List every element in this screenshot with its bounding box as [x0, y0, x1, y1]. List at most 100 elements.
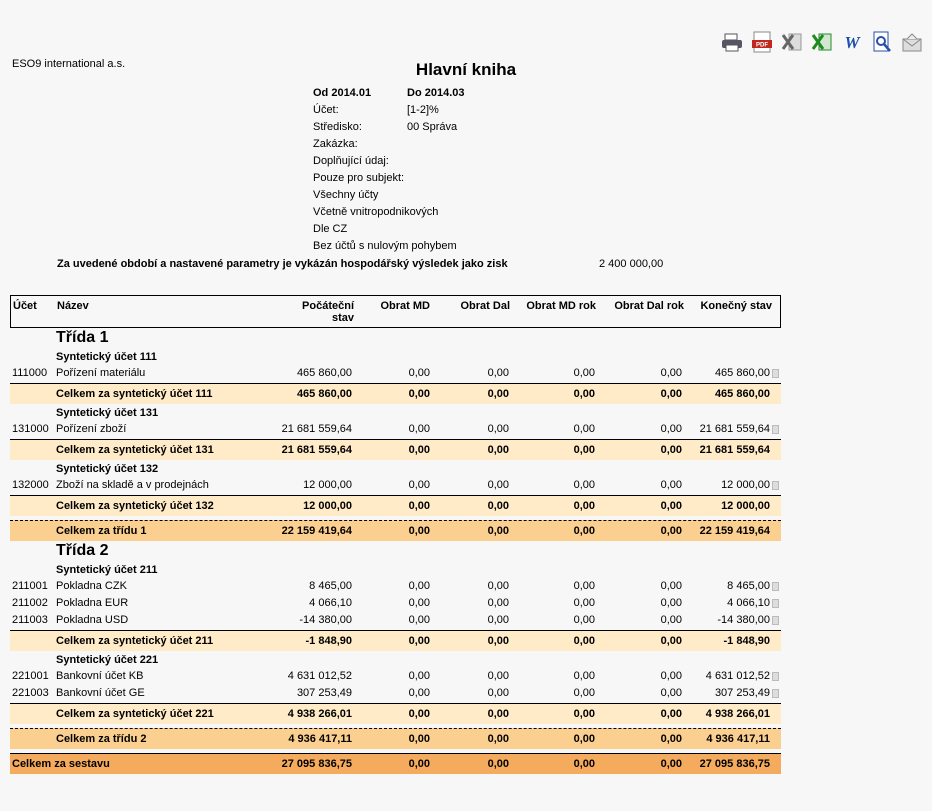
svg-text:PDF: PDF: [756, 43, 768, 49]
detail-doc-icon[interactable]: [772, 369, 779, 378]
sum-obrat-dal: 0,00: [487, 444, 509, 456]
cell-pocatecni: 4 631 012,52: [287, 670, 352, 682]
table-row[interactable]: 111000 Pořízení materiálu 465 860,00 0,0…: [10, 365, 781, 382]
cell-obrat-md: 0,00: [408, 479, 430, 491]
cell-obrat-dal-rok: 0,00: [660, 687, 682, 699]
excel-x-icon[interactable]: [780, 30, 804, 54]
synthetic-label: Syntetický účet 221: [56, 654, 159, 666]
table-row[interactable]: 131000 Pořízení zboží 21 681 559,64 0,00…: [10, 421, 781, 438]
total-konecny: 27 095 836,75: [699, 758, 770, 770]
excel-icon[interactable]: [810, 30, 834, 54]
cell-obrat-md: 0,00: [408, 580, 430, 592]
detail-doc-icon[interactable]: [772, 672, 779, 681]
col-obrat-dal-rok: Obrat Dal rok: [614, 300, 684, 312]
col-obrat-md-rok: Obrat MD rok: [526, 300, 596, 312]
col-pocatecni: Počáteční stav: [302, 300, 354, 324]
sum-obrat-md-rok: 0,00: [573, 444, 595, 456]
period-to: Do 2014.03: [407, 86, 465, 99]
cell-konecny: 12 000,00: [721, 479, 770, 491]
table-row[interactable]: 211001 Pokladna CZK 8 465,00 0,00 0,00 0…: [10, 578, 781, 595]
result-text: Za uvedené období a nastavené parametry …: [57, 258, 508, 270]
account-number: 221003: [12, 687, 49, 699]
sum-obrat-md-rok: 0,00: [573, 733, 595, 745]
col-ucet: Účet: [13, 300, 37, 312]
sum-obrat-md: 0,00: [408, 525, 430, 537]
account-number: 221001: [12, 670, 49, 682]
sum-label: Celkem za syntetický účet 111: [56, 388, 213, 400]
sum-obrat-md: 0,00: [408, 635, 430, 647]
pdf-icon[interactable]: PDF: [750, 30, 774, 54]
cell-obrat-md-rok: 0,00: [573, 367, 595, 379]
account-number: 131000: [12, 423, 49, 435]
sum-pocatecni: 21 681 559,64: [281, 444, 352, 456]
sum-label: Celkem za syntetický účet 131: [56, 444, 214, 456]
email-icon[interactable]: [900, 30, 924, 54]
param-stredisko-label: Středisko:: [313, 120, 362, 133]
sum-pocatecni: 4 936 417,11: [288, 733, 352, 745]
param-doplnujici: Doplňující údaj:: [313, 154, 389, 167]
account-name: Pořízení zboží: [56, 423, 127, 435]
cell-obrat-md-rok: 0,00: [573, 597, 595, 609]
total-obrat-md-rok: 0,00: [573, 758, 595, 770]
preview-icon[interactable]: [870, 30, 894, 54]
detail-doc-icon[interactable]: [772, 599, 779, 608]
account-number: 132000: [12, 479, 49, 491]
sum-konecny: 12 000,00: [721, 500, 770, 512]
cell-obrat-dal: 0,00: [487, 479, 509, 491]
table-row[interactable]: 221001 Bankovní účet KB 4 631 012,52 0,0…: [10, 668, 781, 685]
word-icon[interactable]: W: [840, 30, 864, 54]
account-number: 211001: [12, 580, 48, 592]
detail-doc-icon[interactable]: [772, 582, 779, 591]
sum-obrat-dal-rok: 0,00: [660, 500, 682, 512]
sum-label: Celkem za třídu 2: [56, 733, 147, 745]
report-title: Hlavní kniha: [415, 60, 517, 79]
sum-obrat-dal: 0,00: [487, 708, 509, 720]
cell-obrat-md-rok: 0,00: [573, 580, 595, 592]
synthetic-heading: Syntetický účet 111: [10, 348, 781, 365]
sum-obrat-md: 0,00: [408, 388, 430, 400]
sum-label: Celkem za třídu 1: [56, 525, 147, 537]
sum-obrat-md-rok: 0,00: [573, 525, 595, 537]
detail-doc-icon[interactable]: [772, 481, 779, 490]
detail-doc-icon[interactable]: [772, 689, 779, 698]
param-stredisko-value: 00 Správa: [407, 120, 458, 133]
total-obrat-dal: 0,00: [487, 758, 509, 770]
class-label: Třída 1: [56, 329, 109, 346]
table-row[interactable]: 221003 Bankovní účet GE 307 253,49 0,00 …: [10, 685, 781, 702]
detail-doc-icon[interactable]: [772, 425, 779, 434]
cell-obrat-md: 0,00: [408, 687, 430, 699]
table-row[interactable]: 211002 Pokladna EUR 4 066,10 0,00 0,00 0…: [10, 595, 781, 612]
sum-pocatecni: 465 860,00: [296, 388, 352, 400]
cell-obrat-md: 0,00: [408, 423, 430, 435]
sum-obrat-dal: 0,00: [487, 733, 509, 745]
export-toolbar: PDF W: [720, 30, 924, 54]
sum-label: Celkem za syntetický účet 132: [56, 500, 214, 512]
period-from: Od 2014.01: [313, 86, 372, 99]
cell-pocatecni: 307 253,49: [296, 687, 352, 699]
sum-obrat-dal-rok: 0,00: [660, 525, 682, 537]
table-row[interactable]: 132000 Zboží na skladě a v prodejnách 12…: [10, 477, 781, 494]
sum-obrat-md-rok: 0,00: [573, 708, 595, 720]
detail-doc-icon[interactable]: [772, 616, 779, 625]
col-pocatecni-line1: Počáteční: [302, 300, 354, 312]
sum-obrat-dal-rok: 0,00: [660, 635, 682, 647]
cell-konecny: 307 253,49: [714, 687, 770, 699]
cell-obrat-dal: 0,00: [487, 614, 509, 626]
print-icon[interactable]: [720, 30, 744, 54]
sum-konecny: 4 938 266,01: [705, 708, 770, 720]
cell-obrat-md: 0,00: [408, 367, 430, 379]
sum-obrat-md: 0,00: [408, 444, 430, 456]
cell-obrat-dal-rok: 0,00: [660, 670, 682, 682]
cell-obrat-md: 0,00: [408, 670, 430, 682]
sum-obrat-dal-rok: 0,00: [660, 733, 682, 745]
sum-obrat-dal: 0,00: [487, 500, 509, 512]
param-zakazka: Zakázka:: [313, 137, 358, 150]
synthetic-label: Syntetický účet 111: [56, 351, 157, 363]
param-ucet-label: Účet:: [313, 103, 339, 116]
cell-obrat-dal: 0,00: [487, 367, 509, 379]
table-row[interactable]: 211003 Pokladna USD -14 380,00 0,00 0,00…: [10, 612, 781, 629]
synthetic-sum-row: Celkem za syntetický účet 111 465 860,00…: [10, 383, 781, 404]
sum-obrat-dal: 0,00: [487, 388, 509, 400]
class-heading: Třída 1: [10, 328, 781, 348]
synthetic-label: Syntetický účet 211: [56, 564, 158, 576]
